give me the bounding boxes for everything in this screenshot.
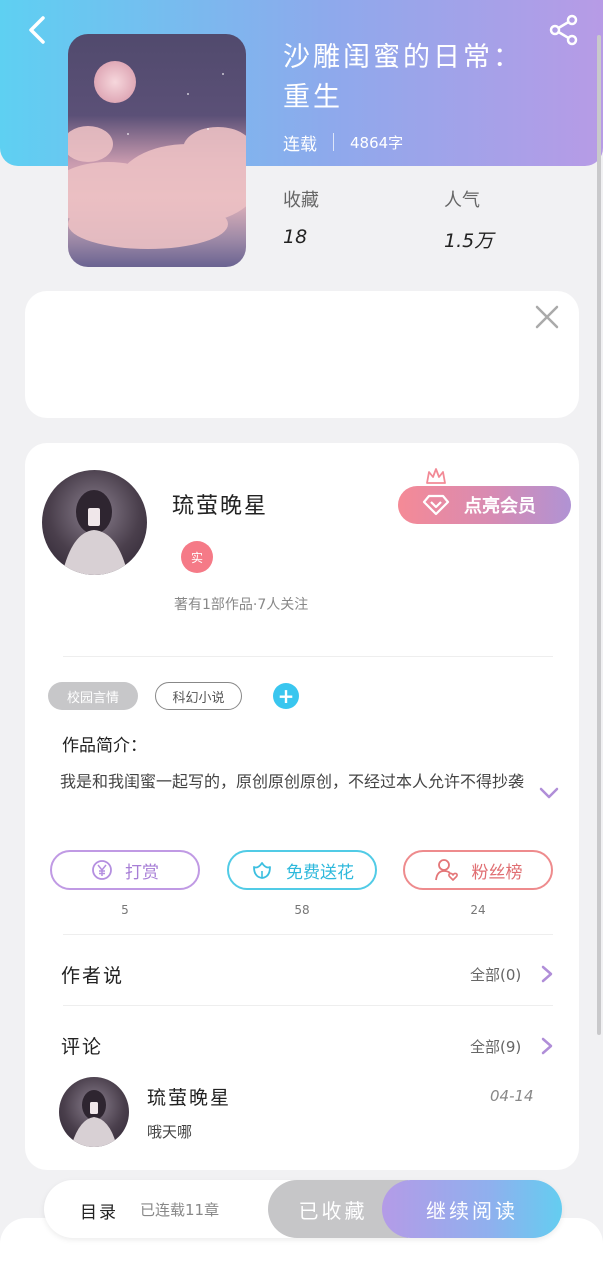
serial-status: 连载 [283,134,317,155]
word-count: 4864字 [350,133,404,152]
cover-artwork [68,61,246,249]
flower-icon [253,862,271,879]
author-avatar[interactable] [42,470,147,575]
tip-count: 5 [121,903,129,917]
commenter-avatar[interactable] [59,1077,129,1147]
plus-icon: + [277,684,295,708]
popularity-label: 人气 [444,190,480,211]
favorites-label: 收藏 [283,190,319,211]
toc-button[interactable]: 目录 [80,1198,118,1223]
chevron-right-icon[interactable] [540,964,554,984]
book-cover[interactable] [68,34,246,267]
scrollbar[interactable] [597,35,601,1035]
yen-icon [92,860,112,880]
tag-campus-romance[interactable]: 校园言情 [48,682,138,710]
commenter-name[interactable]: 琉萤晚星 [147,1083,231,1110]
author-meta: 著有1部作品·7人关注 [174,597,309,613]
flower-label: 免费送花 [286,862,354,883]
diamond-icon [422,494,450,516]
continue-reading-button[interactable]: 继续阅读 [382,1180,562,1238]
comment-text: 哦天哪 [147,1123,193,1141]
divider [63,934,553,935]
avatar-image [71,1090,117,1147]
favorites-count: 18 [283,226,308,248]
popularity-count: 1.5万 [444,230,494,252]
author-says-all-link[interactable]: 全部(0) [470,964,521,985]
chevron-right-icon[interactable] [540,1036,554,1056]
add-tag-button[interactable]: + [273,683,299,709]
tip-label: 打赏 [125,862,159,883]
back-button[interactable] [20,10,54,50]
book-title: 沙雕闺蜜的日常：重生 [283,42,523,113]
share-button[interactable] [544,10,584,50]
author-name[interactable]: 琉萤晚星 [172,488,268,520]
intro-text: 我是和我闺蜜一起写的，原创原创原创，不经过本人允许不得抄袭 [60,772,525,791]
activate-vip-button[interactable]: 点亮会员 [398,486,571,524]
tip-button[interactable]: 打赏 [50,850,200,890]
close-button[interactable] [533,303,561,331]
verified-badge: 实 [181,541,213,573]
comment-date: 04-14 [490,1087,534,1105]
divider [63,1005,553,1006]
chapter-count: 已连载11章 [140,1201,220,1219]
flower-count: 58 [294,903,310,917]
fans-count: 24 [470,903,486,917]
comments-label: 评论 [61,1036,104,1058]
expand-chevron-icon[interactable] [538,786,560,800]
intro-label: 作品简介： [62,736,147,756]
free-flower-button[interactable]: 免费送花 [227,850,377,890]
divider [63,656,553,657]
tag-scifi[interactable]: 科幻小说 [155,682,242,710]
book-status-line: 连载 4864字 [283,128,403,156]
close-icon [535,305,559,329]
chevron-left-icon [29,16,45,44]
fans-ranking-button[interactable]: 粉丝榜 [403,850,553,890]
fans-icon [434,859,458,881]
status-divider [333,133,334,151]
author-says-label: 作者说 [61,965,125,987]
vip-button-label: 点亮会员 [464,496,536,517]
fans-label: 粉丝榜 [471,862,523,883]
crown-icon [426,468,446,484]
banner-card [25,291,579,418]
share-icon [549,14,578,46]
comments-all-link[interactable]: 全部(9) [470,1036,521,1057]
avatar-image [62,490,128,575]
